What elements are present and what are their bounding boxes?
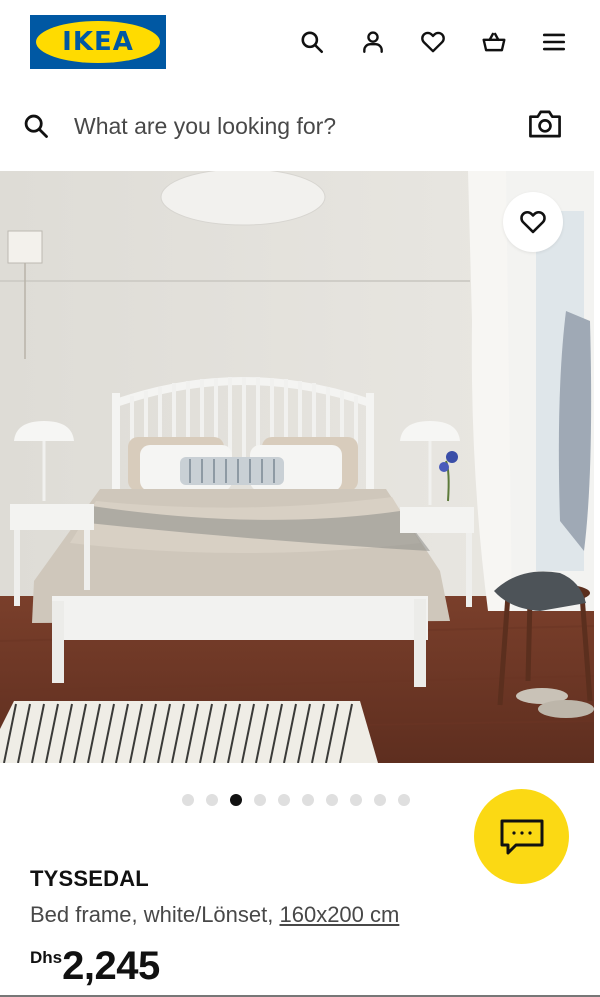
search-icon[interactable] [298,28,326,56]
product-description: Bed frame, white/Lönset, 160x200 cm [30,902,399,928]
hamburger-menu-icon[interactable] [540,28,568,56]
product-description-text: Bed frame, white/Lönset, [30,902,274,927]
heart-icon [520,211,546,234]
search-input[interactable] [74,108,494,144]
save-to-favorites-button[interactable] [503,192,563,252]
user-icon[interactable] [359,28,387,56]
search-icon[interactable] [22,112,50,140]
gallery-dot[interactable] [254,794,266,806]
chat-button[interactable] [474,789,569,884]
logo-oval: IKEA [36,21,160,63]
gallery-pagination [182,794,410,806]
gallery-dot[interactable] [374,794,386,806]
camera-icon[interactable] [528,108,562,140]
gallery-dot[interactable] [230,794,242,806]
gallery-dot[interactable] [350,794,362,806]
product-name: TYSSEDAL [30,866,149,891]
price-currency: Dhs [30,948,63,967]
logo-text: IKEA [62,27,134,57]
search-bar [0,96,600,156]
shopping-basket-icon[interactable] [480,28,508,56]
site-header: IKEA [0,0,600,86]
gallery-dot[interactable] [278,794,290,806]
gallery-dot[interactable] [302,794,314,806]
product-price: Dhs 2,245 [30,944,160,988]
bedroom-scene-image [0,171,594,763]
gallery-dot[interactable] [398,794,410,806]
gallery-dot[interactable] [182,794,194,806]
gallery-dot[interactable] [326,794,338,806]
chat-bubble-icon [500,819,543,854]
gallery-dot[interactable] [206,794,218,806]
ikea-logo[interactable]: IKEA [30,15,166,69]
product-image[interactable] [0,171,594,763]
price-value: 2,245 [62,944,160,988]
heart-icon[interactable] [419,28,447,56]
product-size-link[interactable]: 160x200 cm [279,902,399,927]
